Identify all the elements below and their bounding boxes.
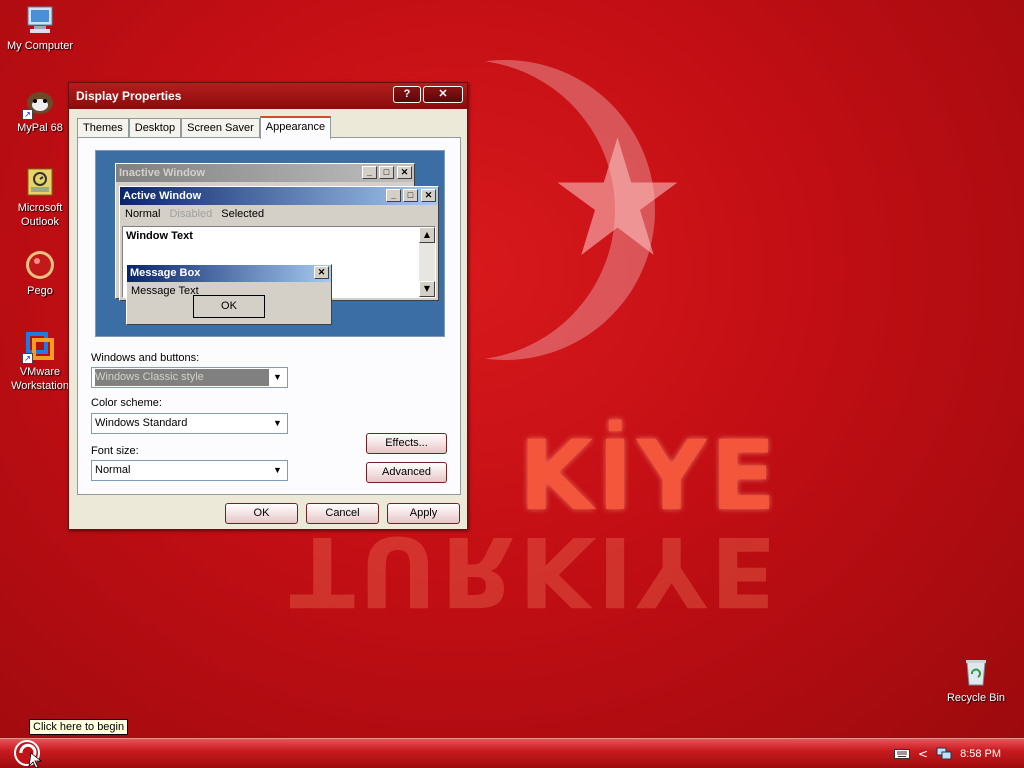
computer-icon [24, 4, 56, 36]
windows-buttons-label: Windows and buttons: [91, 352, 200, 364]
close-button[interactable]: ✕ [423, 86, 463, 103]
start-tooltip: Click here to begin [29, 719, 129, 735]
tab-themes[interactable]: Themes [77, 118, 129, 138]
browser-icon: ↗ [22, 86, 56, 120]
preview-inactive-title-bar: Inactive Window _ □ ✕ [116, 164, 414, 182]
shortcut-arrow-icon: ↗ [22, 353, 33, 364]
preview-active-title: Active Window [123, 190, 202, 202]
ok-button[interactable]: OK [225, 503, 298, 524]
chevron-down-icon: ▼ [273, 465, 282, 475]
windows-buttons-select[interactable]: Windows Classic style ▼ [91, 367, 288, 388]
menu-selected: Selected [221, 208, 265, 220]
appearance-preview: Inactive Window _ □ ✕ Active Window _ □ … [95, 150, 445, 337]
color-scheme-value: Windows Standard [95, 417, 188, 429]
advanced-button[interactable]: Advanced [366, 462, 447, 483]
font-size-value: Normal [95, 464, 131, 476]
tab-appearance[interactable]: Appearance [259, 116, 332, 139]
start-button[interactable] [10, 739, 46, 768]
dialog-title: Display Properties [76, 89, 182, 103]
color-scheme-label: Color scheme: [91, 397, 162, 409]
menu-disabled: Disabled [169, 208, 213, 220]
tab-screen-saver[interactable]: Screen Saver [181, 118, 260, 138]
keyboard-icon[interactable] [894, 748, 910, 760]
preview-message-box: Message Box ✕ Message Text OK [126, 264, 332, 325]
scroll-up-icon: ▲ [419, 227, 435, 243]
preview-msgbox-title: Message Box [130, 267, 201, 279]
appearance-panel: Inactive Window _ □ ✕ Active Window _ □ … [77, 137, 461, 495]
close-icon: ✕ [314, 266, 329, 279]
font-size-select[interactable]: Normal ▼ [91, 460, 288, 481]
tab-desktop[interactable]: Desktop [128, 118, 182, 138]
preview-menu-bar: Normal Disabled Selected [120, 205, 438, 223]
desktop-icon-my-computer[interactable]: My Computer [0, 4, 80, 53]
minimize-icon: _ [362, 166, 377, 179]
help-button[interactable]: ? [393, 86, 421, 103]
preview-active-title-bar: Active Window _ □ ✕ [120, 187, 438, 205]
wallpaper-reflection: TURKIYE [289, 515, 780, 627]
effects-button[interactable]: Effects... [366, 433, 447, 454]
chevron-down-icon: ▼ [273, 418, 282, 428]
minimize-icon: _ [386, 189, 401, 202]
display-properties-dialog: Display Properties ? ✕ Themes Desktop Sc… [68, 82, 468, 530]
cancel-button[interactable]: Cancel [306, 503, 379, 524]
recycle-bin-icon [960, 656, 992, 688]
system-tray: < 8:58 PM [884, 739, 1024, 768]
close-icon: ✕ [397, 166, 412, 179]
preview-msgbox-title-bar: Message Box ✕ [127, 265, 331, 282]
taskbar: < 8:58 PM [0, 738, 1024, 768]
start-logo-icon [14, 740, 43, 768]
windows-buttons-value: Windows Classic style [95, 369, 269, 386]
maximize-icon: □ [379, 166, 394, 179]
font-size-label: Font size: [91, 445, 139, 457]
menu-normal: Normal [125, 208, 161, 220]
close-icon: ✕ [421, 189, 436, 202]
desktop-icon-label: My Computer [6, 40, 74, 52]
pego-icon [24, 249, 56, 281]
desktop-icon-label: Recycle Bin [946, 692, 1006, 704]
vmware-icon: ↗ [22, 330, 56, 364]
tab-strip: Themes Desktop Screen Saver Appearance [77, 116, 332, 139]
network-icon[interactable] [936, 747, 952, 761]
outlook-icon [24, 166, 56, 198]
color-scheme-select[interactable]: Windows Standard ▼ [91, 413, 288, 434]
maximize-icon: □ [403, 189, 418, 202]
preview-inactive-title: Inactive Window [119, 167, 206, 179]
preview-window-text: Window Text [126, 230, 193, 242]
preview-scrollbar: ▲ ▼ [419, 227, 435, 297]
desktop-icon-recycle-bin[interactable]: Recycle Bin [936, 656, 1016, 705]
clock[interactable]: 8:58 PM [960, 748, 1001, 760]
shortcut-arrow-icon: ↗ [22, 109, 33, 120]
chevron-left-icon[interactable]: < [918, 747, 928, 761]
chevron-down-icon: ▼ [273, 372, 282, 382]
dialog-title-bar[interactable]: Display Properties ? ✕ [69, 83, 467, 109]
wallpaper-star [557, 137, 678, 255]
preview-msgbox-ok-button: OK [193, 295, 265, 318]
scroll-down-icon: ▼ [419, 281, 435, 297]
apply-button[interactable]: Apply [387, 503, 460, 524]
